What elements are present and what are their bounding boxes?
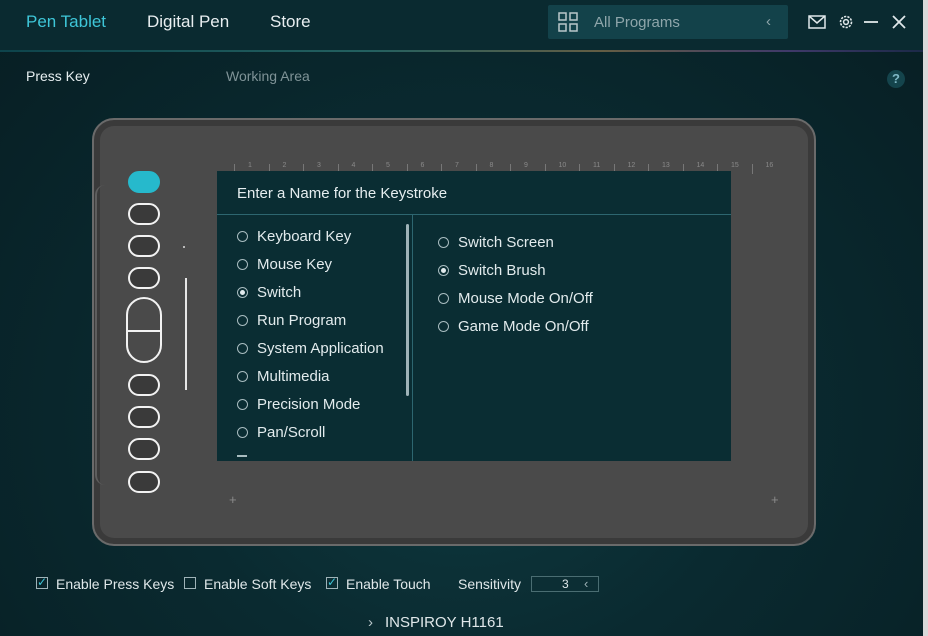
press-key-4[interactable] <box>128 267 160 289</box>
keystroke-dialog: Enter a Name for the Keystroke Keyboard … <box>217 171 731 461</box>
sensitivity-label: Sensitivity <box>458 576 522 592</box>
title-bar <box>0 0 928 50</box>
device-selector[interactable]: › INSPIROY H1161 <box>368 614 504 631</box>
ruler-label: 11 <box>593 162 601 169</box>
checkbox-icon <box>184 577 196 589</box>
radio-icon <box>237 371 248 382</box>
chevron-right-icon: › <box>368 614 373 631</box>
radio-icon <box>438 321 449 332</box>
dialog-title: Enter a Name for the Keystroke <box>237 185 448 202</box>
minimize-icon[interactable] <box>862 13 880 31</box>
gear-icon[interactable] <box>837 13 855 31</box>
help-icon[interactable]: ? <box>887 70 905 88</box>
ruler-label: 9 <box>524 162 528 169</box>
chevron-left-icon[interactable]: ‹ <box>584 576 588 591</box>
press-key-5[interactable] <box>128 374 160 396</box>
radio-icon <box>438 293 449 304</box>
mail-icon[interactable] <box>808 13 826 31</box>
press-key-7[interactable] <box>128 438 160 460</box>
close-icon[interactable] <box>890 13 908 31</box>
ruler-label: 7 <box>455 162 459 169</box>
subtab-press-key[interactable]: Press Key <box>26 68 90 84</box>
program-selector-value: All Programs <box>594 14 680 31</box>
device-name: INSPIROY H1161 <box>385 614 504 631</box>
ruler-label: 4 <box>351 162 356 169</box>
dialog-divider <box>217 214 731 215</box>
press-key-6[interactable] <box>128 406 160 428</box>
tablet-indicator-line <box>185 278 187 390</box>
radio-selected-icon <box>237 287 248 298</box>
ruler-label: 3 <box>317 162 321 169</box>
ruler-label: 8 <box>489 162 494 169</box>
tablet-indicator-dot <box>183 246 185 248</box>
title-bar-divider <box>0 50 928 52</box>
program-selector[interactable]: All Programs ‹ <box>548 5 788 39</box>
radio-icon <box>237 315 248 326</box>
press-key-1[interactable] <box>128 171 160 193</box>
ruler-label: 12 <box>627 162 636 169</box>
press-key-3[interactable] <box>128 235 160 257</box>
press-key-2[interactable] <box>128 203 160 225</box>
radio-icon <box>237 427 248 438</box>
tab-pen-tablet[interactable]: Pen Tablet <box>26 12 106 32</box>
radio-icon <box>237 231 248 242</box>
checkbox-checked-icon <box>326 575 338 589</box>
clipped-list-item <box>237 455 247 457</box>
touch-ring[interactable] <box>126 297 162 363</box>
grid-icon <box>558 12 578 32</box>
sensitivity-value: 3 <box>562 577 569 591</box>
ruler-label: 2 <box>282 162 287 169</box>
ruler-label: 15 <box>731 162 739 169</box>
ruler-label: 6 <box>420 162 425 169</box>
tab-digital-pen[interactable]: Digital Pen <box>147 12 229 32</box>
radio-icon <box>438 237 449 248</box>
ruler-label: 10 <box>558 162 567 169</box>
ruler-label: 13 <box>662 162 670 169</box>
ruler-label: 14 <box>696 162 705 169</box>
dialog-column-divider <box>412 215 413 461</box>
corner-mark-left: + <box>229 492 237 507</box>
checkbox-checked-icon <box>36 575 48 589</box>
ruler-label: 5 <box>386 162 390 169</box>
press-key-8[interactable] <box>128 471 160 493</box>
ruler-label: 16 <box>765 162 774 169</box>
tablet-edge <box>95 185 109 485</box>
subtab-working-area[interactable]: Working Area <box>226 68 310 84</box>
radio-icon <box>237 343 248 354</box>
corner-mark-right: + <box>771 492 779 507</box>
tab-store[interactable]: Store <box>270 12 311 32</box>
radio-selected-icon <box>438 265 449 276</box>
radio-icon <box>237 399 248 410</box>
ruler-label: 1 <box>248 162 252 169</box>
ruler-tick <box>751 164 753 174</box>
radio-icon <box>237 259 248 270</box>
window-edge <box>923 0 928 636</box>
sensitivity-stepper[interactable]: 3 ‹ <box>531 576 599 592</box>
category-scrollbar[interactable] <box>406 224 409 396</box>
chevron-left-icon[interactable]: ‹ <box>766 13 771 30</box>
